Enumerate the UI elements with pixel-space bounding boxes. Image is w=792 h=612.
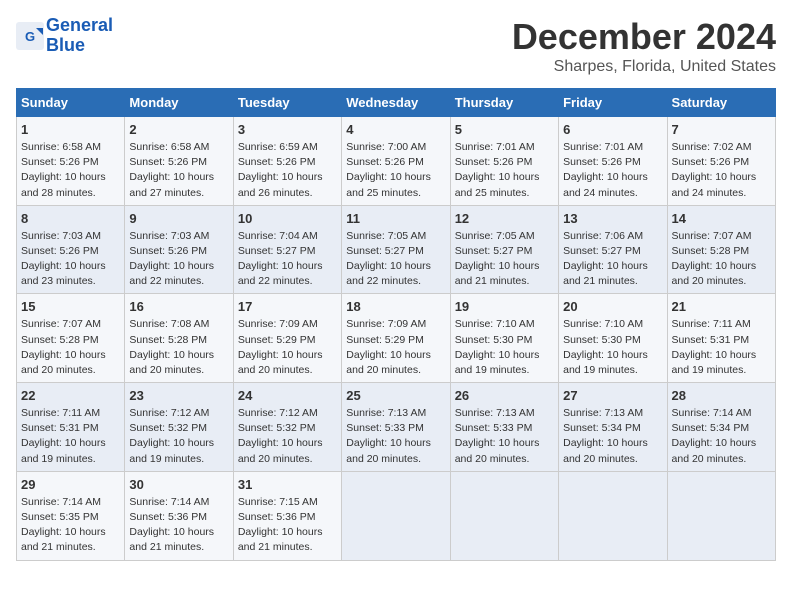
calendar-cell: 14Sunrise: 7:07 AMSunset: 5:28 PMDayligh… <box>667 205 775 294</box>
calendar-cell: 30Sunrise: 7:14 AMSunset: 5:36 PMDayligh… <box>125 471 233 560</box>
calendar-week-row: 8Sunrise: 7:03 AMSunset: 5:26 PMDaylight… <box>17 205 776 294</box>
day-header-wednesday: Wednesday <box>342 89 450 117</box>
calendar-cell: 3Sunrise: 6:59 AMSunset: 5:26 PMDaylight… <box>233 117 341 206</box>
calendar-cell: 8Sunrise: 7:03 AMSunset: 5:26 PMDaylight… <box>17 205 125 294</box>
calendar-cell: 26Sunrise: 7:13 AMSunset: 5:33 PMDayligh… <box>450 383 558 472</box>
month-title: December 2024 <box>512 16 776 58</box>
calendar-cell: 13Sunrise: 7:06 AMSunset: 5:27 PMDayligh… <box>559 205 667 294</box>
day-number: 18 <box>346 299 360 314</box>
day-number: 5 <box>455 122 462 137</box>
day-number: 22 <box>21 388 35 403</box>
calendar-week-row: 29Sunrise: 7:14 AMSunset: 5:35 PMDayligh… <box>17 471 776 560</box>
day-header-thursday: Thursday <box>450 89 558 117</box>
day-number: 17 <box>238 299 252 314</box>
calendar-cell: 6Sunrise: 7:01 AMSunset: 5:26 PMDaylight… <box>559 117 667 206</box>
calendar-cell <box>559 471 667 560</box>
calendar-week-row: 22Sunrise: 7:11 AMSunset: 5:31 PMDayligh… <box>17 383 776 472</box>
day-number: 3 <box>238 122 245 137</box>
day-number: 26 <box>455 388 469 403</box>
calendar-cell: 21Sunrise: 7:11 AMSunset: 5:31 PMDayligh… <box>667 294 775 383</box>
calendar-cell <box>667 471 775 560</box>
calendar-cell: 9Sunrise: 7:03 AMSunset: 5:26 PMDaylight… <box>125 205 233 294</box>
calendar-cell: 7Sunrise: 7:02 AMSunset: 5:26 PMDaylight… <box>667 117 775 206</box>
title-block: December 2024 Sharpes, Florida, United S… <box>512 16 776 76</box>
day-number: 24 <box>238 388 252 403</box>
calendar-cell: 16Sunrise: 7:08 AMSunset: 5:28 PMDayligh… <box>125 294 233 383</box>
calendar-cell: 11Sunrise: 7:05 AMSunset: 5:27 PMDayligh… <box>342 205 450 294</box>
calendar-cell: 28Sunrise: 7:14 AMSunset: 5:34 PMDayligh… <box>667 383 775 472</box>
day-number: 11 <box>346 211 360 226</box>
calendar-cell: 5Sunrise: 7:01 AMSunset: 5:26 PMDaylight… <box>450 117 558 206</box>
calendar-cell: 27Sunrise: 7:13 AMSunset: 5:34 PMDayligh… <box>559 383 667 472</box>
calendar-cell: 12Sunrise: 7:05 AMSunset: 5:27 PMDayligh… <box>450 205 558 294</box>
calendar-cell: 20Sunrise: 7:10 AMSunset: 5:30 PMDayligh… <box>559 294 667 383</box>
calendar-cell: 24Sunrise: 7:12 AMSunset: 5:32 PMDayligh… <box>233 383 341 472</box>
day-number: 6 <box>563 122 570 137</box>
day-number: 7 <box>672 122 679 137</box>
day-number: 20 <box>563 299 577 314</box>
calendar-header-row: SundayMondayTuesdayWednesdayThursdayFrid… <box>17 89 776 117</box>
calendar-week-row: 1Sunrise: 6:58 AMSunset: 5:26 PMDaylight… <box>17 117 776 206</box>
calendar-cell: 25Sunrise: 7:13 AMSunset: 5:33 PMDayligh… <box>342 383 450 472</box>
day-number: 25 <box>346 388 360 403</box>
day-header-tuesday: Tuesday <box>233 89 341 117</box>
page-header: G GeneralBlue December 2024 Sharpes, Flo… <box>16 16 776 76</box>
calendar-week-row: 15Sunrise: 7:07 AMSunset: 5:28 PMDayligh… <box>17 294 776 383</box>
day-header-friday: Friday <box>559 89 667 117</box>
day-number: 30 <box>129 477 143 492</box>
day-number: 23 <box>129 388 143 403</box>
logo-icon: G <box>16 22 44 50</box>
location: Sharpes, Florida, United States <box>512 58 776 76</box>
day-number: 15 <box>21 299 35 314</box>
day-number: 28 <box>672 388 686 403</box>
calendar-cell: 10Sunrise: 7:04 AMSunset: 5:27 PMDayligh… <box>233 205 341 294</box>
day-number: 14 <box>672 211 686 226</box>
svg-text:G: G <box>25 29 35 44</box>
calendar-cell: 29Sunrise: 7:14 AMSunset: 5:35 PMDayligh… <box>17 471 125 560</box>
day-number: 27 <box>563 388 577 403</box>
logo: G GeneralBlue <box>16 16 113 56</box>
calendar-cell: 31Sunrise: 7:15 AMSunset: 5:36 PMDayligh… <box>233 471 341 560</box>
day-number: 19 <box>455 299 469 314</box>
calendar-cell <box>450 471 558 560</box>
day-number: 21 <box>672 299 686 314</box>
day-number: 29 <box>21 477 35 492</box>
calendar-cell: 18Sunrise: 7:09 AMSunset: 5:29 PMDayligh… <box>342 294 450 383</box>
day-number: 13 <box>563 211 577 226</box>
calendar-cell: 15Sunrise: 7:07 AMSunset: 5:28 PMDayligh… <box>17 294 125 383</box>
day-number: 31 <box>238 477 252 492</box>
day-number: 10 <box>238 211 252 226</box>
day-number: 8 <box>21 211 28 226</box>
day-number: 2 <box>129 122 136 137</box>
day-number: 12 <box>455 211 469 226</box>
calendar-cell: 17Sunrise: 7:09 AMSunset: 5:29 PMDayligh… <box>233 294 341 383</box>
day-number: 9 <box>129 211 136 226</box>
calendar-cell: 23Sunrise: 7:12 AMSunset: 5:32 PMDayligh… <box>125 383 233 472</box>
day-header-sunday: Sunday <box>17 89 125 117</box>
day-number: 1 <box>21 122 28 137</box>
calendar-cell: 2Sunrise: 6:58 AMSunset: 5:26 PMDaylight… <box>125 117 233 206</box>
calendar-cell: 1Sunrise: 6:58 AMSunset: 5:26 PMDaylight… <box>17 117 125 206</box>
calendar-cell: 4Sunrise: 7:00 AMSunset: 5:26 PMDaylight… <box>342 117 450 206</box>
calendar-table: SundayMondayTuesdayWednesdayThursdayFrid… <box>16 88 776 561</box>
day-number: 4 <box>346 122 353 137</box>
day-header-saturday: Saturday <box>667 89 775 117</box>
day-header-monday: Monday <box>125 89 233 117</box>
day-number: 16 <box>129 299 143 314</box>
calendar-cell <box>342 471 450 560</box>
logo-text: GeneralBlue <box>46 16 113 56</box>
calendar-body: 1Sunrise: 6:58 AMSunset: 5:26 PMDaylight… <box>17 117 776 561</box>
calendar-cell: 22Sunrise: 7:11 AMSunset: 5:31 PMDayligh… <box>17 383 125 472</box>
calendar-cell: 19Sunrise: 7:10 AMSunset: 5:30 PMDayligh… <box>450 294 558 383</box>
